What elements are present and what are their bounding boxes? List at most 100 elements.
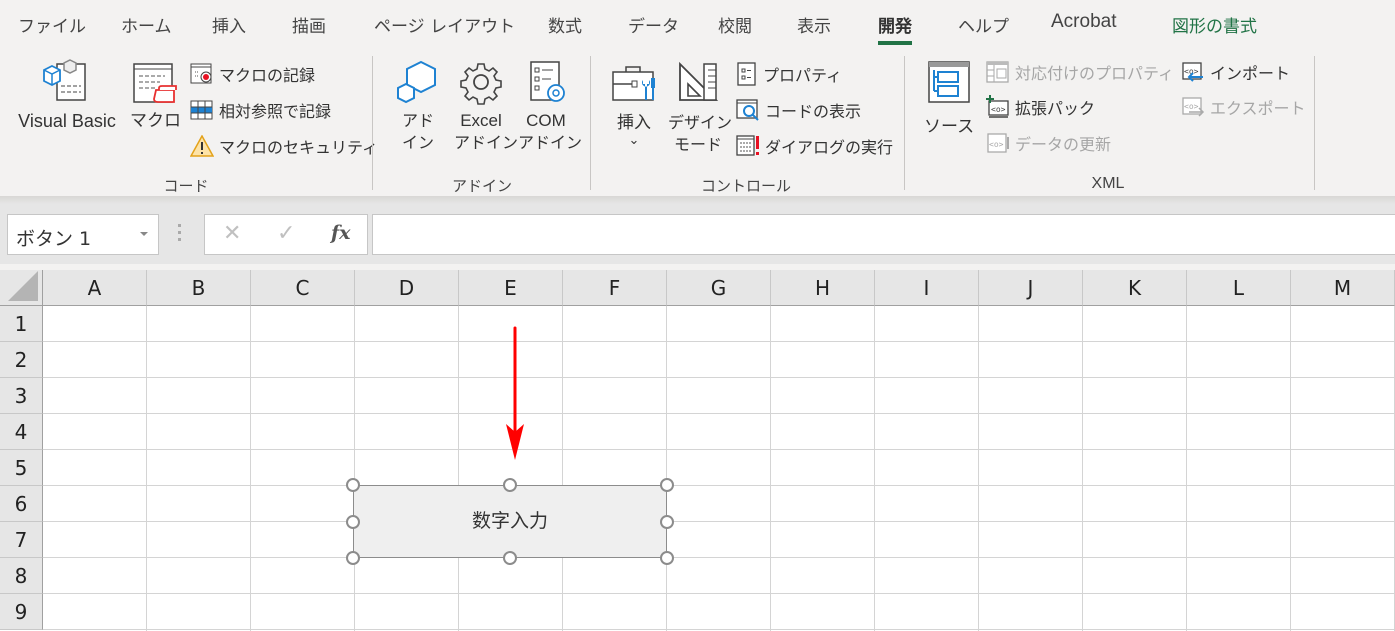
row-header-9[interactable]: 9: [0, 594, 43, 630]
group-label-addins: アドイン: [451, 177, 513, 195]
tab-draw[interactable]: 描画: [292, 12, 326, 37]
resize-handle-top[interactable]: [503, 478, 517, 492]
tab-developer[interactable]: 開発: [878, 12, 912, 45]
macros-label: マクロ: [130, 111, 181, 131]
properties-button[interactable]: プロパティ: [736, 61, 842, 87]
column-header-L[interactable]: L: [1187, 270, 1291, 306]
column-header-A[interactable]: A: [43, 270, 147, 306]
row-header-5[interactable]: 5: [0, 450, 43, 486]
properties-icon: [737, 62, 756, 86]
gridline-horizontal: [43, 377, 1395, 378]
com-addins-button[interactable]: COM アドイン: [518, 58, 582, 154]
tab-file[interactable]: ファイル: [18, 12, 86, 37]
design-mode-button[interactable]: デザイン モード: [668, 60, 733, 156]
gridline-horizontal: [43, 413, 1395, 414]
macro-security-button[interactable]: マクロのセキュリティ: [190, 133, 378, 159]
column-header-F[interactable]: F: [563, 270, 667, 306]
resize-handle-bottom[interactable]: [503, 551, 517, 565]
toolbox-icon: [612, 66, 655, 101]
resize-handle-bottom-right[interactable]: [660, 551, 674, 565]
row-header-7[interactable]: 7: [0, 522, 43, 558]
row-header-6[interactable]: 6: [0, 486, 43, 522]
addins-button[interactable]: アド イン: [395, 58, 441, 154]
name-box[interactable]: ボタン 1: [7, 214, 159, 255]
tab-view[interactable]: 表示: [797, 12, 831, 37]
excel-addins-label-line2: アドイン: [454, 133, 519, 152]
column-header-G[interactable]: G: [667, 270, 771, 306]
run-dialog-label: ダイアログの実行: [765, 138, 894, 157]
row-header-8[interactable]: 8: [0, 558, 43, 594]
insert-controls-button[interactable]: 挿入 ⌄: [610, 60, 658, 148]
tab-review[interactable]: 校閲: [718, 12, 752, 37]
view-code-label: コードの表示: [765, 102, 862, 121]
xml-source-button[interactable]: ソース: [924, 60, 974, 138]
resize-handle-left[interactable]: [346, 515, 360, 529]
export-button[interactable]: <o> エクスポート: [1181, 94, 1306, 120]
record-macro-button[interactable]: マクロの記録: [190, 61, 315, 87]
tab-acrobat[interactable]: Acrobat: [1051, 11, 1116, 33]
insert-function-icon[interactable]: fx: [331, 222, 351, 244]
enter-icon[interactable]: ✓: [277, 221, 295, 246]
addins-label-line2: イン: [401, 133, 434, 152]
tab-home[interactable]: ホーム: [121, 12, 172, 37]
row-header-4[interactable]: 4: [0, 414, 43, 450]
tab-insert[interactable]: 挿入: [212, 12, 246, 37]
com-addins-icon: [530, 61, 565, 102]
relative-references-button[interactable]: 相対参照で記録: [190, 97, 331, 123]
view-code-button[interactable]: コードの表示: [736, 97, 861, 123]
gridline-horizontal: [43, 629, 1395, 630]
tab-shape-format[interactable]: 図形の書式: [1172, 12, 1257, 37]
number-input-form-button[interactable]: 数字入力: [353, 485, 667, 558]
export-label: エクスポート: [1210, 99, 1306, 118]
gridline-vertical: [874, 306, 875, 631]
run-dialog-button[interactable]: ダイアログの実行: [736, 133, 893, 159]
excel-addins-label-line1: Excel: [460, 111, 502, 130]
visual-basic-button[interactable]: Visual Basic: [14, 56, 120, 132]
gridline-vertical: [666, 306, 667, 631]
map-properties-label: 対応付けのプロパティ: [1015, 64, 1175, 83]
tab-help[interactable]: ヘルプ: [958, 12, 1009, 37]
addins-hexagon-icon: [397, 60, 436, 104]
relative-references-icon: [190, 100, 213, 120]
column-header-B[interactable]: B: [147, 270, 251, 306]
column-header-J[interactable]: J: [979, 270, 1083, 306]
svg-text:<o>: <o>: [989, 140, 1004, 149]
group-separator: [1314, 56, 1315, 190]
row-header-1[interactable]: 1: [0, 306, 43, 342]
column-header-D[interactable]: D: [355, 270, 459, 306]
svg-text:<o>: <o>: [991, 105, 1006, 114]
cancel-icon[interactable]: ✕: [223, 221, 241, 246]
column-header-M[interactable]: M: [1291, 270, 1395, 306]
design-mode-label-line1: デザイン: [668, 113, 733, 132]
row-header-2[interactable]: 2: [0, 342, 43, 378]
group-label-controls: コントロール: [700, 177, 792, 195]
column-header-H[interactable]: H: [771, 270, 875, 306]
gridline-vertical: [458, 306, 459, 631]
resize-handle-bottom-left[interactable]: [346, 551, 360, 565]
name-box-dropdown-icon[interactable]: [140, 232, 148, 236]
column-header-I[interactable]: I: [875, 270, 979, 306]
column-header-E[interactable]: E: [459, 270, 563, 306]
gridline-vertical: [770, 306, 771, 631]
expansion-packs-button[interactable]: <o> 拡張パック: [986, 94, 1095, 120]
column-header-K[interactable]: K: [1083, 270, 1187, 306]
select-all-corner[interactable]: [0, 270, 43, 306]
formula-input[interactable]: [372, 214, 1395, 255]
resize-handle-top-right[interactable]: [660, 478, 674, 492]
row-header-3[interactable]: 3: [0, 378, 43, 414]
macros-button[interactable]: マクロ: [130, 56, 181, 132]
import-button[interactable]: <o> インポート: [1181, 59, 1290, 85]
resize-handle-right[interactable]: [660, 515, 674, 529]
tab-page-layout[interactable]: ページ レイアウト: [374, 12, 515, 37]
resize-handle-top-left[interactable]: [346, 478, 360, 492]
tab-formulas[interactable]: 数式: [548, 12, 582, 37]
formula-bar-resize-handle[interactable]: [178, 224, 182, 246]
run-dialog-icon: [736, 135, 759, 156]
map-properties-button[interactable]: 対応付けのプロパティ: [986, 59, 1174, 85]
tab-data[interactable]: データ: [628, 12, 679, 37]
excel-addins-button[interactable]: Excel アドイン: [454, 58, 519, 154]
design-mode-ruler-icon: [679, 61, 719, 101]
column-header-C[interactable]: C: [251, 270, 355, 306]
refresh-data-button[interactable]: <o> データの更新: [986, 130, 1111, 156]
import-icon: <o>: [1182, 62, 1203, 82]
